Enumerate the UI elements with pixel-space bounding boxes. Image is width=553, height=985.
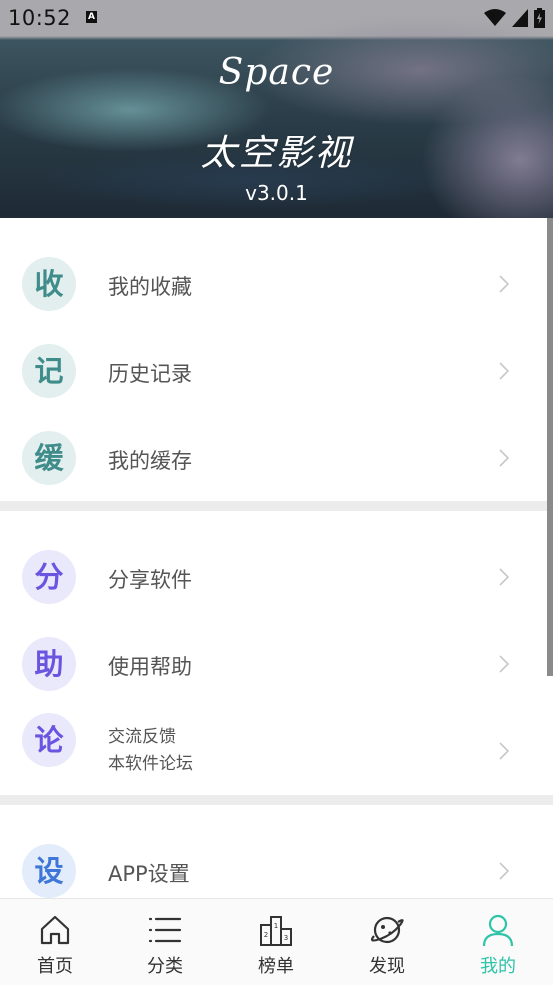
share-label: 分享软件: [108, 568, 192, 592]
chevron-right-icon: [499, 862, 510, 880]
menu-item-favorites[interactable]: 收 我的收藏: [0, 240, 553, 328]
list-icon: [148, 917, 182, 943]
tab-ranking-label: 榜单: [258, 956, 294, 977]
tab-ranking[interactable]: 12 3 榜单: [221, 899, 331, 985]
scrollbar[interactable]: [547, 218, 553, 676]
battery-icon: [534, 8, 545, 28]
signal-icon: [512, 9, 528, 27]
menu-item-help[interactable]: 助 使用帮助: [0, 620, 553, 708]
wifi-icon: [484, 9, 506, 26]
forum-badge: 论: [22, 713, 76, 767]
chevron-right-icon: [499, 568, 510, 586]
tab-home-label: 首页: [37, 956, 73, 977]
forum-label-line2: 本软件论坛: [108, 754, 193, 774]
menu-item-forum[interactable]: 论 交流反馈 本软件论坛: [0, 707, 553, 795]
chevron-right-icon: [499, 275, 510, 293]
chevron-right-icon: [499, 742, 510, 760]
share-badge: 分: [22, 550, 76, 604]
user-icon: [482, 914, 514, 947]
cache-badge: 缓: [22, 431, 76, 485]
history-label: 历史记录: [108, 362, 192, 386]
notification-icon: A: [86, 11, 97, 23]
favorites-label: 我的收藏: [108, 275, 192, 299]
podium-icon: 12 3: [260, 916, 292, 946]
status-time: 10:52: [8, 6, 72, 30]
tab-category-label: 分类: [147, 956, 183, 977]
settings-label: APP设置: [108, 862, 190, 886]
cache-label: 我的缓存: [108, 449, 192, 473]
tab-discover-label: 发现: [369, 956, 405, 977]
tab-home[interactable]: 首页: [0, 899, 110, 985]
menu-item-cache[interactable]: 缓 我的缓存: [0, 414, 553, 502]
chevron-right-icon: [499, 449, 510, 467]
menu-section-library: 收 我的收藏 记 历史记录 缓 我的缓存: [0, 218, 553, 501]
menu-section-settings: 设 APP设置: [0, 805, 553, 898]
svg-text:2: 2: [264, 931, 268, 939]
tab-mine[interactable]: 我的: [443, 899, 553, 985]
help-badge: 助: [22, 637, 76, 691]
menu-section-community: 分 分享软件 助 使用帮助 论 交流反馈 本软件论坛: [0, 511, 553, 795]
svg-text:3: 3: [284, 934, 288, 942]
favorites-badge: 收: [22, 257, 76, 311]
svg-text:1: 1: [274, 922, 278, 930]
chevron-right-icon: [499, 655, 510, 673]
bottom-tab-bar: 首页 分类 12 3 榜单 发现 我的: [0, 898, 553, 985]
planet-icon: [370, 916, 404, 944]
status-icons: [484, 8, 545, 28]
app-logo: Space: [218, 52, 335, 93]
home-icon: [40, 915, 70, 945]
chevron-right-icon: [499, 362, 510, 380]
help-label: 使用帮助: [108, 655, 192, 679]
tab-mine-label: 我的: [480, 956, 516, 977]
tab-discover[interactable]: 发现: [332, 899, 442, 985]
menu-item-share[interactable]: 分 分享软件: [0, 533, 553, 621]
app-version: v3.0.1: [245, 181, 308, 205]
tab-category[interactable]: 分类: [110, 899, 220, 985]
status-bar: 10:52 A: [0, 0, 553, 36]
menu-item-history[interactable]: 记 历史记录: [0, 327, 553, 415]
forum-label-line1: 交流反馈: [108, 727, 176, 747]
settings-badge: 设: [22, 844, 76, 898]
app-name: 太空影视: [200, 133, 353, 174]
history-badge: 记: [22, 344, 76, 398]
